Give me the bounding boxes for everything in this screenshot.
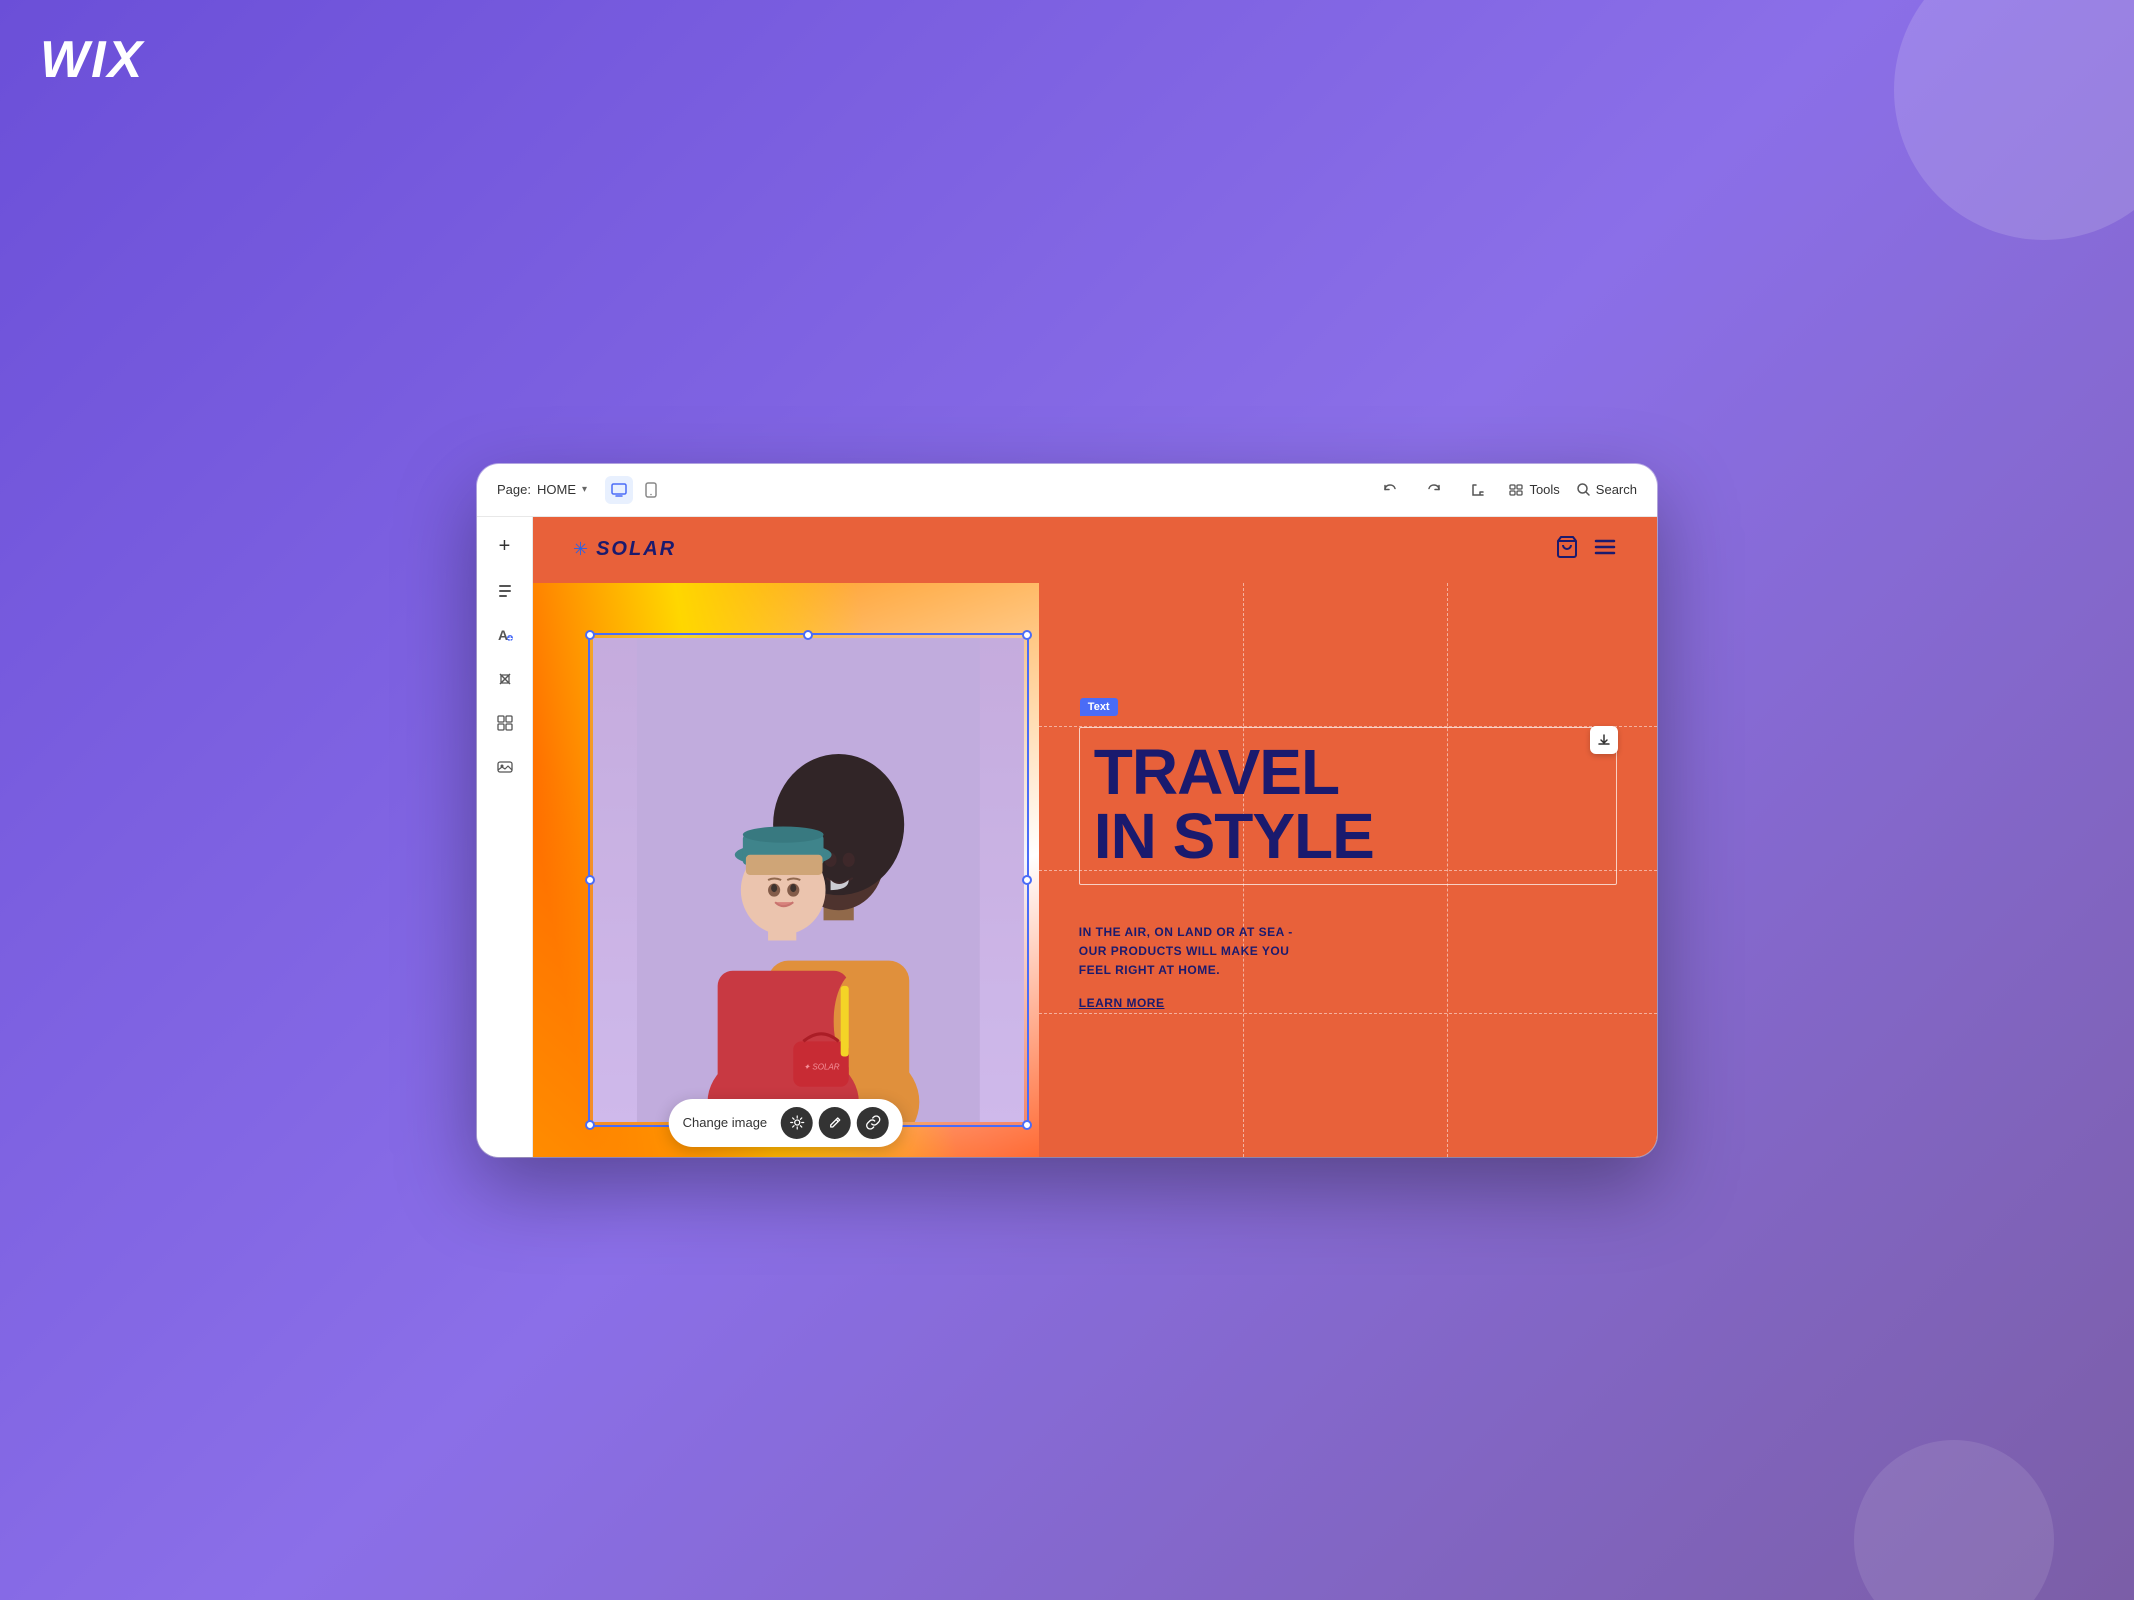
page-label: Page: <box>497 482 531 497</box>
image-selection-box[interactable] <box>588 633 1029 1127</box>
add-elements-button[interactable]: + <box>487 529 523 565</box>
bg-blob-top <box>1894 0 2134 240</box>
shopping-bag-icon[interactable] <box>1555 535 1579 565</box>
search-label: Search <box>1596 482 1637 497</box>
site-header-icons <box>1555 535 1617 565</box>
page-selector[interactable]: Page: HOME ▾ <box>497 482 587 497</box>
learn-more-link[interactable]: LEARN MORE <box>1079 996 1165 1010</box>
settings-icon-button[interactable] <box>781 1107 813 1139</box>
link-icon-button[interactable] <box>857 1107 889 1139</box>
apps-panel-button[interactable] <box>487 705 523 741</box>
svg-text:+: + <box>507 633 512 643</box>
resize-handle-br[interactable] <box>1022 1120 1032 1130</box>
image-toolbar: Change image <box>669 1099 904 1147</box>
crop-panel-button[interactable] <box>487 661 523 697</box>
undo-button[interactable] <box>1376 476 1404 504</box>
change-image-label[interactable]: Change image <box>683 1115 768 1130</box>
redo-button[interactable] <box>1420 476 1448 504</box>
resize-handle-tm[interactable] <box>803 630 813 640</box>
resize-handle-lm[interactable] <box>585 875 595 885</box>
chevron-down-icon: ▾ <box>582 484 587 495</box>
resize-handle-tr[interactable] <box>1022 630 1032 640</box>
resize-handle-bl[interactable] <box>585 1120 595 1130</box>
search-button[interactable]: Search <box>1576 482 1637 497</box>
browser-window: Page: HOME ▾ <box>477 464 1657 1157</box>
pages-panel-button[interactable] <box>487 573 523 609</box>
website-preview: ✳ SOLAR <box>533 517 1657 1157</box>
tools-label: Tools <box>1529 482 1559 497</box>
hero-subtext-container: IN THE AIR, ON LAND OR AT SEA -OUR PRODU… <box>1079 905 1617 1013</box>
logo-star-icon: ✳ <box>573 539 588 560</box>
view-buttons <box>605 476 665 504</box>
canvas: ✳ SOLAR <box>533 517 1657 1157</box>
hero-image-area: ✦ SOLAR <box>533 583 1039 1157</box>
resize-handle-tl[interactable] <box>585 630 595 640</box>
left-sidebar: + A+ <box>477 517 533 1157</box>
site-logo: ✳ SOLAR <box>573 538 676 561</box>
headline-travel: TRAVEL <box>1094 740 1602 804</box>
desktop-view-button[interactable] <box>605 476 633 504</box>
download-icon[interactable] <box>1590 726 1618 754</box>
resize-handle-rm[interactable] <box>1022 875 1032 885</box>
hero-subtext: IN THE AIR, ON LAND OR AT SEA -OUR PRODU… <box>1079 923 1617 981</box>
media-panel-button[interactable] <box>487 749 523 785</box>
mobile-view-button[interactable] <box>637 476 665 504</box>
edit-icon-button[interactable] <box>819 1107 851 1139</box>
text-panel-button[interactable]: A+ <box>487 617 523 653</box>
hero-headline-line1: TRAVEL IN STYLE <box>1094 740 1602 868</box>
grid-line-h3 <box>1039 1013 1657 1014</box>
hero-text-area: Text TRAVEL IN STYLE IN THE AIR, ON L <box>1039 583 1657 1157</box>
hamburger-menu-icon[interactable] <box>1593 535 1617 565</box>
text-content-box[interactable]: Text TRAVEL IN STYLE <box>1079 727 1617 885</box>
toolbar: Page: HOME ▾ <box>477 464 1657 517</box>
tools-button[interactable]: Tools <box>1508 482 1559 498</box>
page-name: HOME <box>537 482 576 497</box>
hero-section: ✦ SOLAR <box>533 583 1657 1157</box>
wix-logo: WIX <box>40 30 144 90</box>
site-header: ✳ SOLAR <box>533 517 1657 583</box>
toolbar-right: Tools Search <box>1376 476 1637 504</box>
editor-area: + A+ ✳ SO <box>477 517 1657 1157</box>
headline-in-style: IN STYLE <box>1094 804 1602 868</box>
bg-blob-bottom <box>1854 1440 2054 1600</box>
text-type-badge: Text <box>1080 698 1118 716</box>
crop-button[interactable] <box>1464 476 1492 504</box>
logo-text: SOLAR <box>596 538 676 561</box>
